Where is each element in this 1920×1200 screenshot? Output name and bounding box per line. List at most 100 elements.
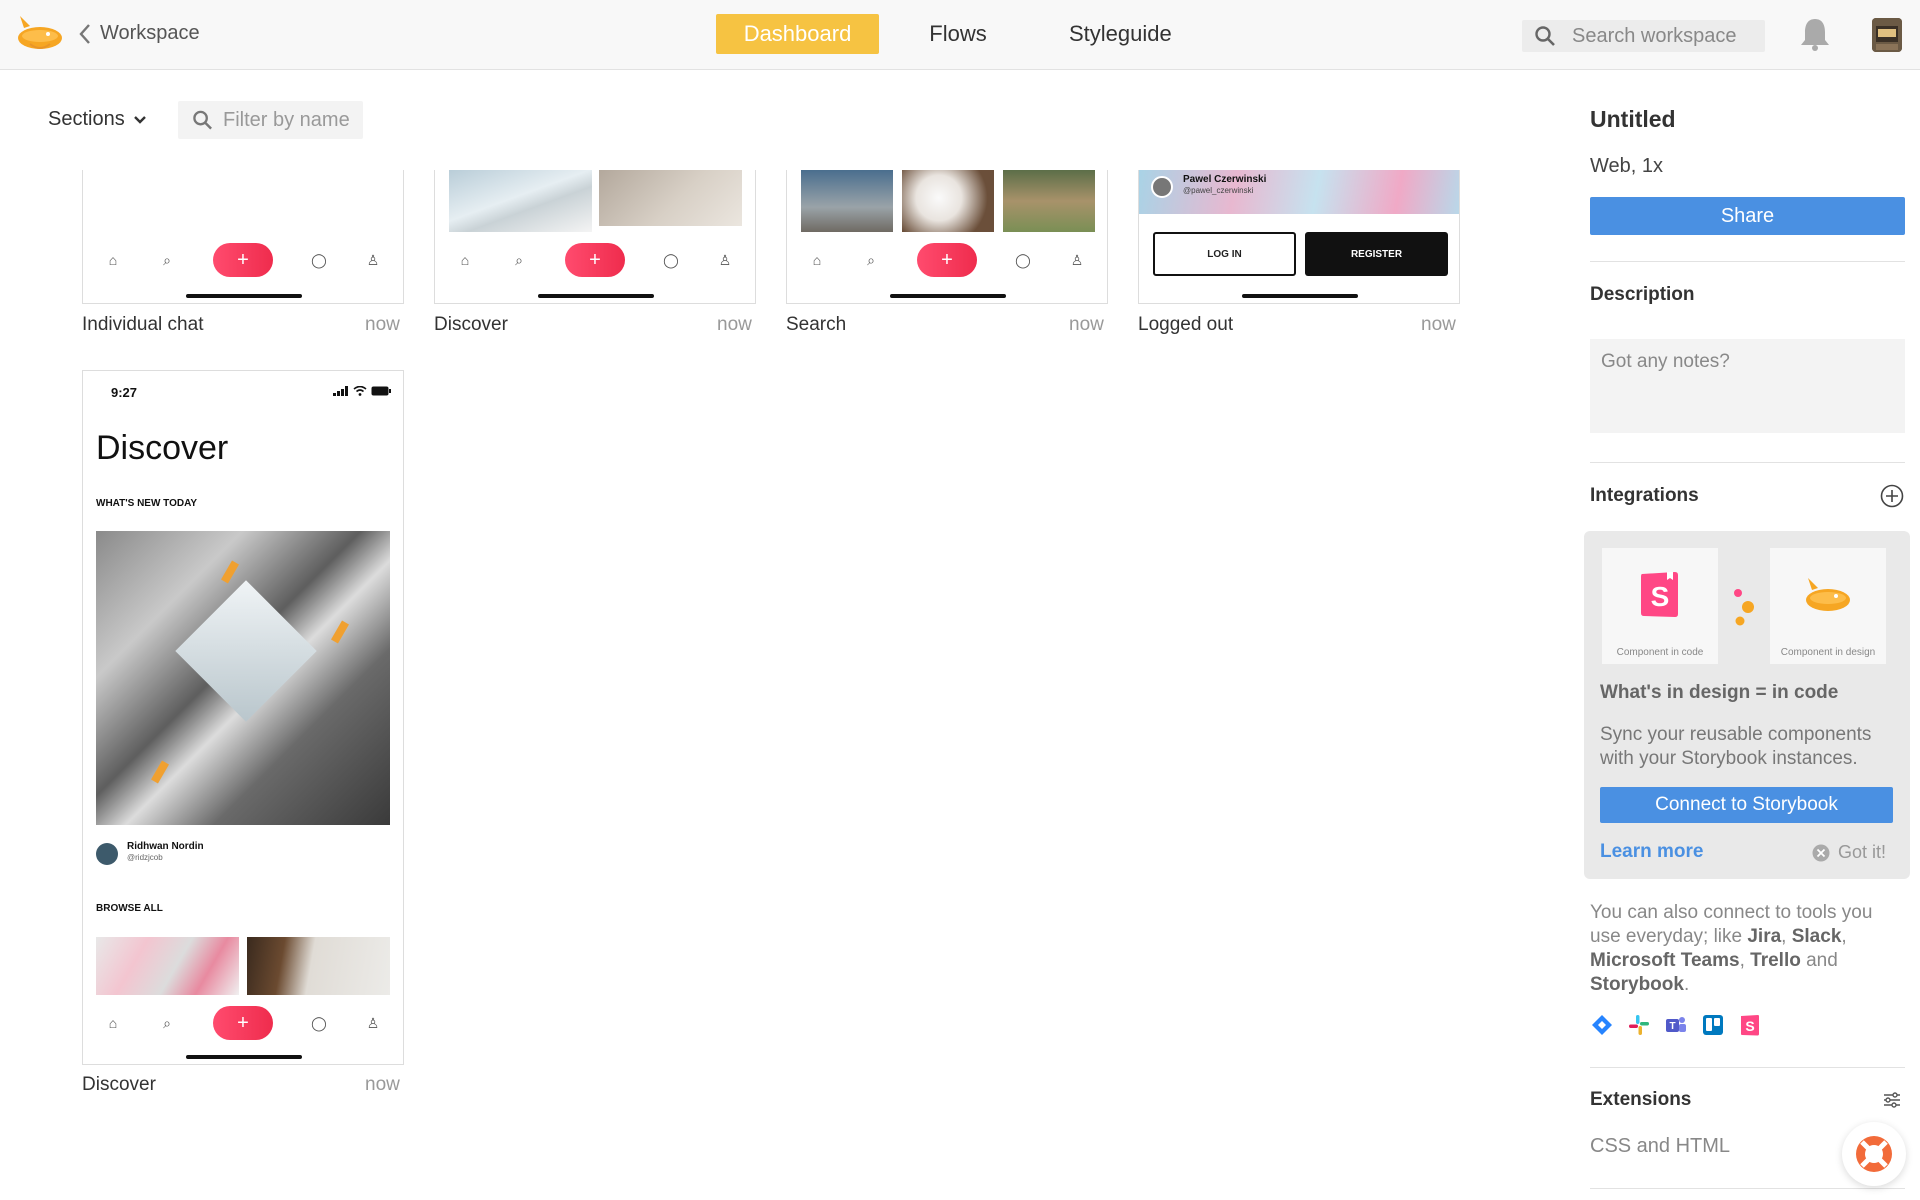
top-bar: Workspace Dashboard Flows Styleguide Sea… bbox=[0, 0, 1920, 70]
sections-dropdown[interactable]: Sections bbox=[48, 108, 147, 131]
tab-dashboard[interactable]: Dashboard bbox=[716, 14, 879, 54]
notification-bell-icon[interactable] bbox=[1798, 16, 1832, 52]
dog-photo bbox=[1003, 170, 1095, 232]
screen-updated-time: now bbox=[365, 314, 400, 335]
svg-text:T: T bbox=[1669, 1021, 1675, 1032]
connect-to-storybook-button[interactable]: Connect to Storybook bbox=[1600, 787, 1893, 823]
screen-updated-time: now bbox=[717, 314, 752, 335]
home-icon: ⌂ bbox=[108, 1015, 118, 1031]
dog-photo bbox=[801, 170, 893, 232]
zeplin-logo[interactable] bbox=[14, 12, 66, 56]
search-icon: ⌕ bbox=[163, 252, 171, 268]
escalator-photo bbox=[96, 531, 390, 825]
storybook-icon[interactable]: S bbox=[1738, 1013, 1762, 1037]
trello-icon[interactable] bbox=[1701, 1013, 1725, 1037]
description-heading: Description bbox=[1590, 284, 1695, 305]
discover-heading: Discover bbox=[96, 429, 229, 467]
register-button: REGISTER bbox=[1305, 232, 1448, 276]
avatar bbox=[1151, 176, 1173, 198]
search-icon bbox=[1535, 26, 1555, 46]
integration-description: Sync your reusable components with your … bbox=[1600, 724, 1872, 769]
marble-banner: Pawel Czerwinski @pawel_czerwinski bbox=[1139, 170, 1459, 214]
screen-thumbnail[interactable]: ⌂ ⌕ + ◯ ♙ bbox=[786, 170, 1108, 304]
tool-teams: Microsoft Teams bbox=[1590, 950, 1740, 971]
design-component-tile: Component in design bbox=[1770, 548, 1886, 664]
section-title: BROWSE ALL bbox=[96, 903, 163, 914]
and-word: and bbox=[1800, 950, 1838, 971]
search-icon: ⌕ bbox=[867, 252, 875, 268]
screen-updated-time: now bbox=[1421, 314, 1456, 335]
extension-css-html[interactable]: CSS and HTML bbox=[1590, 1135, 1730, 1158]
slack-icon[interactable] bbox=[1627, 1013, 1651, 1037]
screen-thumbnail[interactable]: ⌂ ⌕ + ◯ ♙ bbox=[434, 170, 756, 304]
back-to-workspace[interactable]: Workspace bbox=[78, 22, 200, 45]
divider bbox=[1590, 462, 1905, 463]
author-avatar bbox=[96, 843, 118, 865]
home-icon: ⌂ bbox=[460, 252, 470, 268]
chat-icon: ◯ bbox=[311, 252, 327, 268]
battery-icon bbox=[371, 386, 391, 396]
tab-styleguide[interactable]: Styleguide bbox=[1039, 14, 1202, 54]
svg-text:S: S bbox=[1745, 1018, 1754, 1034]
learn-more-link[interactable]: Learn more bbox=[1600, 841, 1703, 863]
app-tab-bar: ⌂ ⌕ + ◯ ♙ bbox=[435, 232, 755, 288]
project-title[interactable]: Untitled bbox=[1590, 106, 1676, 133]
jira-icon[interactable] bbox=[1590, 1013, 1614, 1037]
profile-handle: @pawel_czerwinski bbox=[1183, 186, 1254, 195]
tool-jira: Jira bbox=[1747, 926, 1782, 947]
user-avatar[interactable] bbox=[1872, 18, 1902, 52]
workspace-search[interactable]: Search workspace bbox=[1522, 20, 1765, 52]
wifi-icon bbox=[353, 386, 367, 396]
tool-slack: Slack bbox=[1791, 926, 1842, 947]
paint-photo bbox=[96, 937, 239, 995]
tile-caption: Component in code bbox=[1616, 647, 1704, 658]
profile-icon: ♙ bbox=[366, 252, 380, 268]
chat-icon: ◯ bbox=[663, 252, 679, 268]
profile-name: Pawel Czerwinski bbox=[1183, 174, 1267, 185]
sand-photo bbox=[247, 937, 390, 995]
tile-caption: Component in design bbox=[1780, 647, 1876, 658]
tool-icons: T S bbox=[1590, 1013, 1762, 1037]
add-integration-icon[interactable] bbox=[1880, 484, 1904, 508]
search-icon: ⌕ bbox=[163, 1015, 171, 1031]
home-indicator bbox=[538, 294, 654, 298]
add-button: + bbox=[917, 243, 977, 277]
app-tab-bar: ⌂ ⌕ + ◯ ♙ bbox=[83, 232, 403, 288]
app-tab-bar: ⌂ ⌕ + ◯ ♙ bbox=[787, 232, 1107, 288]
screen-thumbnail[interactable]: Pawel Czerwinski @pawel_czerwinski LOG I… bbox=[1138, 170, 1460, 304]
search-placeholder: Search workspace bbox=[1572, 24, 1737, 47]
add-button: + bbox=[565, 243, 625, 277]
tool-trello: Trello bbox=[1750, 950, 1801, 971]
status-time: 9:27 bbox=[111, 385, 138, 400]
description-notes-field[interactable] bbox=[1590, 339, 1905, 433]
author-name: Ridhwan Nordin bbox=[127, 841, 204, 852]
teams-icon[interactable]: T bbox=[1664, 1013, 1688, 1037]
app-tab-bar: ⌂ ⌕ + ◯ ♙ bbox=[83, 995, 403, 1051]
main-tabs: Dashboard Flows Styleguide bbox=[716, 14, 1202, 54]
got-it-button[interactable]: Got it! bbox=[1812, 842, 1886, 863]
extensions-heading: Extensions bbox=[1590, 1089, 1692, 1110]
settings-sliders-icon[interactable] bbox=[1882, 1090, 1902, 1110]
sections-label: Sections bbox=[48, 108, 125, 130]
help-lifebuoy-button[interactable] bbox=[1842, 1122, 1906, 1186]
filter-by-name bbox=[178, 101, 363, 139]
filter-input[interactable] bbox=[223, 108, 363, 132]
home-indicator bbox=[186, 1055, 302, 1059]
chat-icon: ◯ bbox=[1015, 252, 1031, 268]
project-platform: Web, 1x bbox=[1590, 155, 1663, 177]
storybook-icon: S bbox=[1641, 572, 1678, 617]
screen-thumbnail[interactable]: 9:27 Discover WHAT'S NEW TODAY Ridhwan N… bbox=[82, 370, 404, 1065]
svg-text:S: S bbox=[1651, 581, 1670, 612]
avatar-image bbox=[1872, 18, 1902, 52]
got-it-label: Got it! bbox=[1838, 842, 1887, 862]
share-button[interactable]: Share bbox=[1590, 197, 1905, 235]
tab-flows[interactable]: Flows bbox=[903, 14, 1013, 54]
tool-storybook: Storybook bbox=[1590, 974, 1684, 995]
add-button: + bbox=[213, 1006, 273, 1040]
add-button: + bbox=[213, 243, 273, 277]
other-tools-text: You can also connect to tools you use ev… bbox=[1590, 902, 1873, 995]
home-indicator bbox=[186, 294, 302, 298]
profile-icon: ♙ bbox=[1070, 252, 1084, 268]
screen-thumbnail[interactable]: ⌂ ⌕ + ◯ ♙ bbox=[82, 170, 404, 304]
chevron-down-icon bbox=[133, 115, 146, 124]
